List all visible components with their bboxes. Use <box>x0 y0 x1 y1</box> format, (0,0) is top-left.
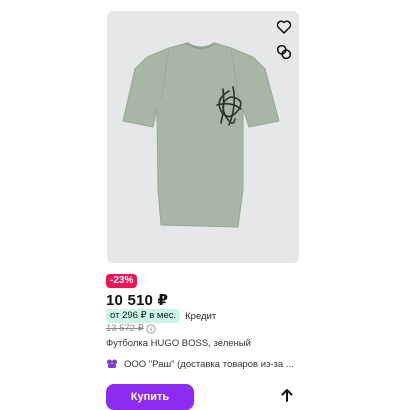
installment-chip[interactable]: от 296 ₽ в мес. <box>106 309 181 323</box>
product-price: 10 510 ₽ <box>106 292 169 309</box>
compare-icon <box>276 44 292 60</box>
share-arrow-icon <box>281 389 293 402</box>
seller-logo-icon <box>106 358 118 370</box>
favorite-button[interactable] <box>273 16 295 38</box>
old-price: 13 572 ₽ <box>106 323 144 334</box>
installment-row[interactable]: от 296 ₽ в мес. Кредит <box>106 309 216 323</box>
info-icon[interactable] <box>146 323 156 334</box>
tshirt-image <box>122 42 280 228</box>
heart-icon <box>276 20 292 34</box>
product-name[interactable]: Футболка HUGO BOSS, зеленый <box>106 338 251 349</box>
buy-button[interactable]: Купить <box>106 384 194 410</box>
credit-label: Кредит <box>185 310 217 322</box>
product-card[interactable]: -23% 10 510 ₽ от 296 ₽ в мес. Кредит 13 … <box>0 0 400 410</box>
product-image[interactable] <box>107 11 299 263</box>
compare-button[interactable] <box>273 41 295 63</box>
old-price-row: 13 572 ₽ <box>106 323 156 334</box>
seller-row[interactable]: ООО "Раш" (доставка товаров из-за ... <box>106 358 306 370</box>
share-button[interactable] <box>276 384 298 406</box>
seller-name: ООО "Раш" (доставка товаров из-за ... <box>124 358 294 370</box>
discount-badge: -23% <box>106 274 138 288</box>
